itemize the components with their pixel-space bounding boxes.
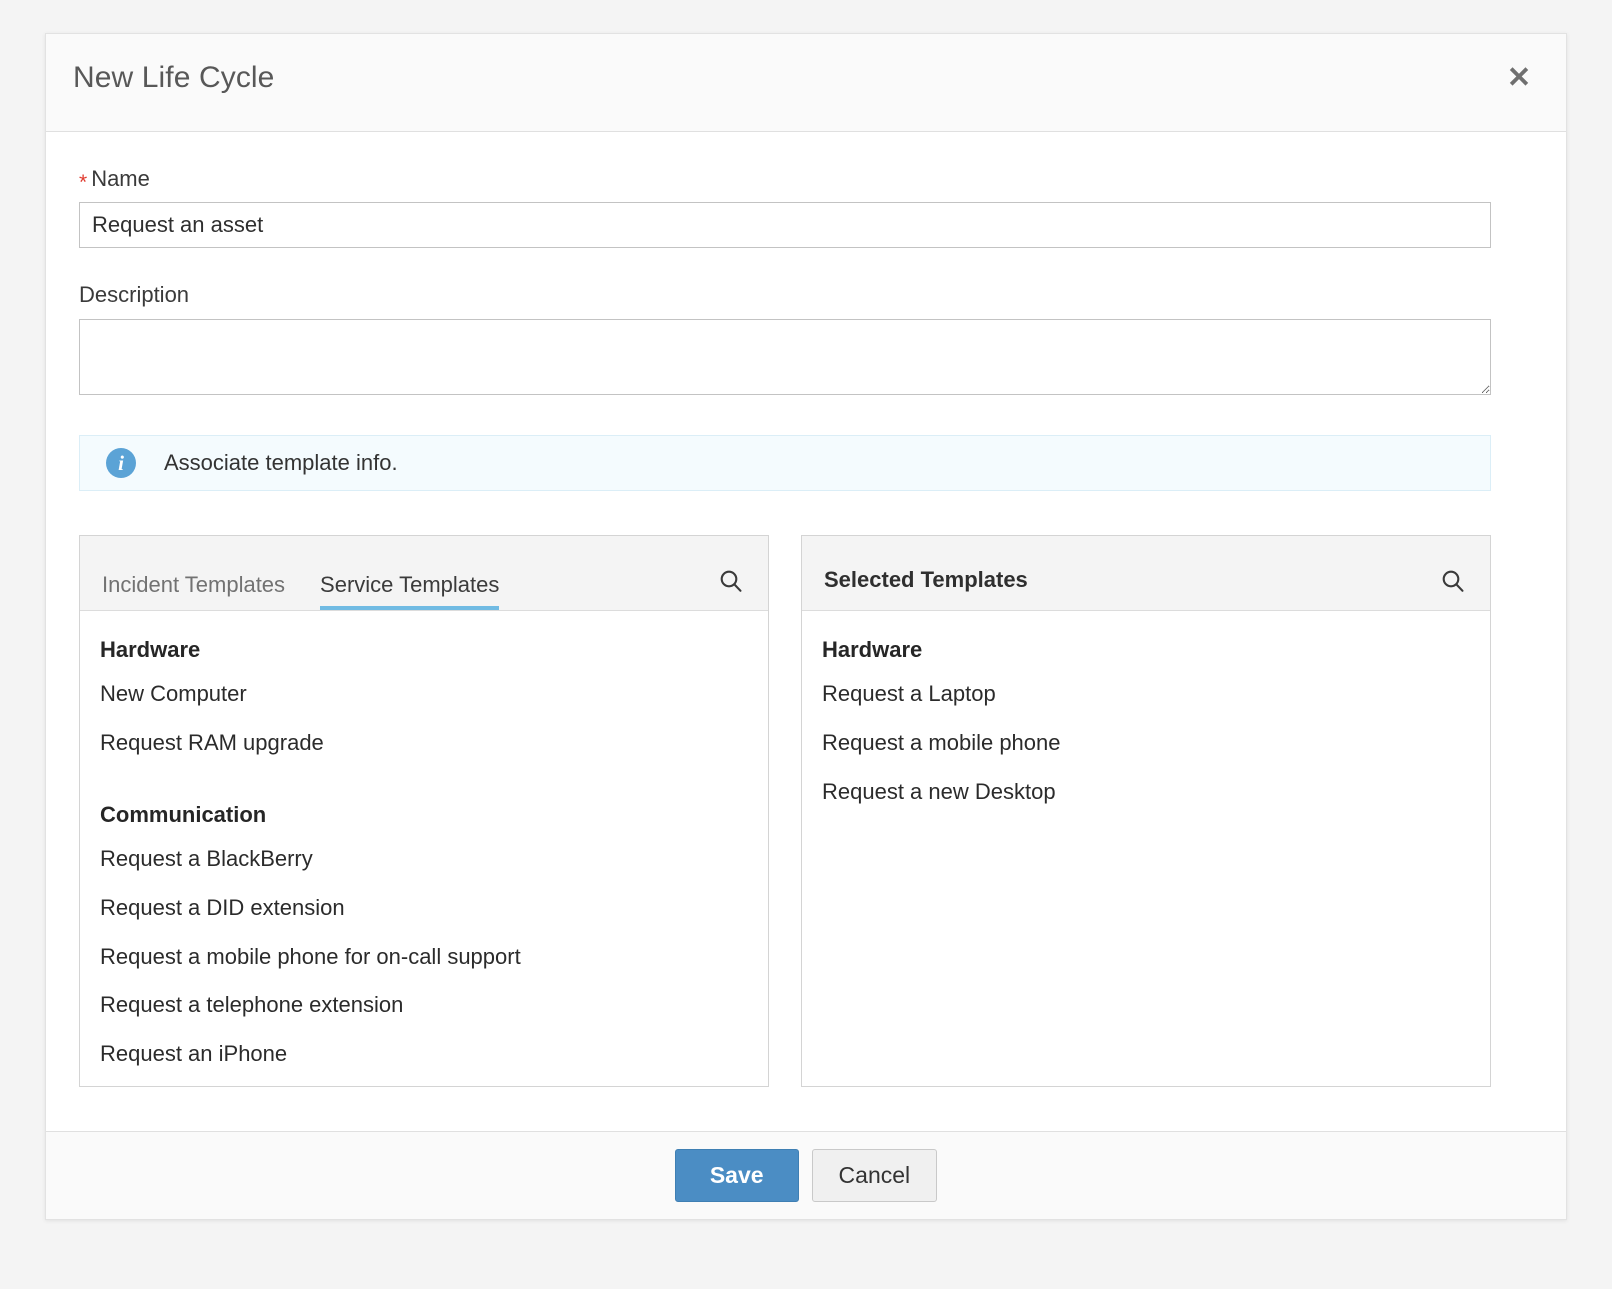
page-background: New Life Cycle ✕ *Name Description i Ass… xyxy=(0,0,1612,1289)
template-tabs: Incident Templates Service Templates xyxy=(80,536,521,610)
available-templates-list[interactable]: Hardware New Computer Request RAM upgrad… xyxy=(80,611,768,1086)
list-item[interactable]: Request an iPhone xyxy=(80,1030,768,1079)
group-header: Hardware xyxy=(802,629,1490,671)
info-banner-text: Associate template info. xyxy=(164,450,398,476)
list-item[interactable]: Request a mobile phone xyxy=(802,719,1490,768)
info-banner: i Associate template info. xyxy=(79,435,1491,491)
list-item[interactable]: Request a new Desktop xyxy=(802,768,1490,817)
dialog-body: *Name Description i Associate template i… xyxy=(46,132,1566,1131)
list-item[interactable]: Request a Laptop xyxy=(802,670,1490,719)
selected-templates-title: Selected Templates xyxy=(802,567,1028,610)
list-item[interactable]: Request a mobile phone for on-call suppo… xyxy=(80,933,768,982)
selected-templates-list[interactable]: Hardware Request a Laptop Request a mobi… xyxy=(802,611,1490,1086)
info-icon: i xyxy=(106,448,136,478)
search-icon[interactable] xyxy=(1436,564,1470,598)
template-picker: Incident Templates Service Templates Har… xyxy=(79,535,1533,1087)
list-item[interactable]: Request RAM upgrade xyxy=(80,719,768,768)
required-asterisk: * xyxy=(79,171,87,194)
page-title: New Life Cycle xyxy=(73,61,274,95)
list-item[interactable]: Request a telephone extension xyxy=(80,981,768,1030)
group-header: Hardware xyxy=(80,629,768,671)
name-input[interactable] xyxy=(79,202,1491,248)
close-icon[interactable]: ✕ xyxy=(1499,58,1539,98)
selected-templates-pane: Selected Templates Hardware Request a La… xyxy=(801,535,1491,1087)
save-button[interactable]: Save xyxy=(675,1149,799,1202)
tab-incident-templates[interactable]: Incident Templates xyxy=(102,574,307,610)
description-label: Description xyxy=(79,282,1533,308)
list-item[interactable]: Request a BlackBerry xyxy=(80,835,768,884)
new-life-cycle-dialog: New Life Cycle ✕ *Name Description i Ass… xyxy=(45,33,1567,1220)
list-item[interactable]: New Computer xyxy=(80,670,768,719)
list-item[interactable]: Request Voice Message Password reset xyxy=(80,1078,768,1085)
available-templates-pane: Incident Templates Service Templates Har… xyxy=(79,535,769,1087)
search-icon[interactable] xyxy=(714,564,748,598)
available-templates-header: Incident Templates Service Templates xyxy=(80,536,768,611)
group-header: Communication xyxy=(80,794,768,836)
cancel-button[interactable]: Cancel xyxy=(812,1149,938,1202)
dialog-header: New Life Cycle ✕ xyxy=(46,34,1566,132)
name-label: *Name xyxy=(79,166,1533,192)
description-input[interactable] xyxy=(79,319,1491,395)
selected-templates-header: Selected Templates xyxy=(802,536,1490,611)
list-item[interactable]: Request a DID extension xyxy=(80,884,768,933)
dialog-footer: Save Cancel xyxy=(46,1131,1566,1219)
tab-service-templates[interactable]: Service Templates xyxy=(307,574,521,610)
name-label-text: Name xyxy=(91,166,150,191)
